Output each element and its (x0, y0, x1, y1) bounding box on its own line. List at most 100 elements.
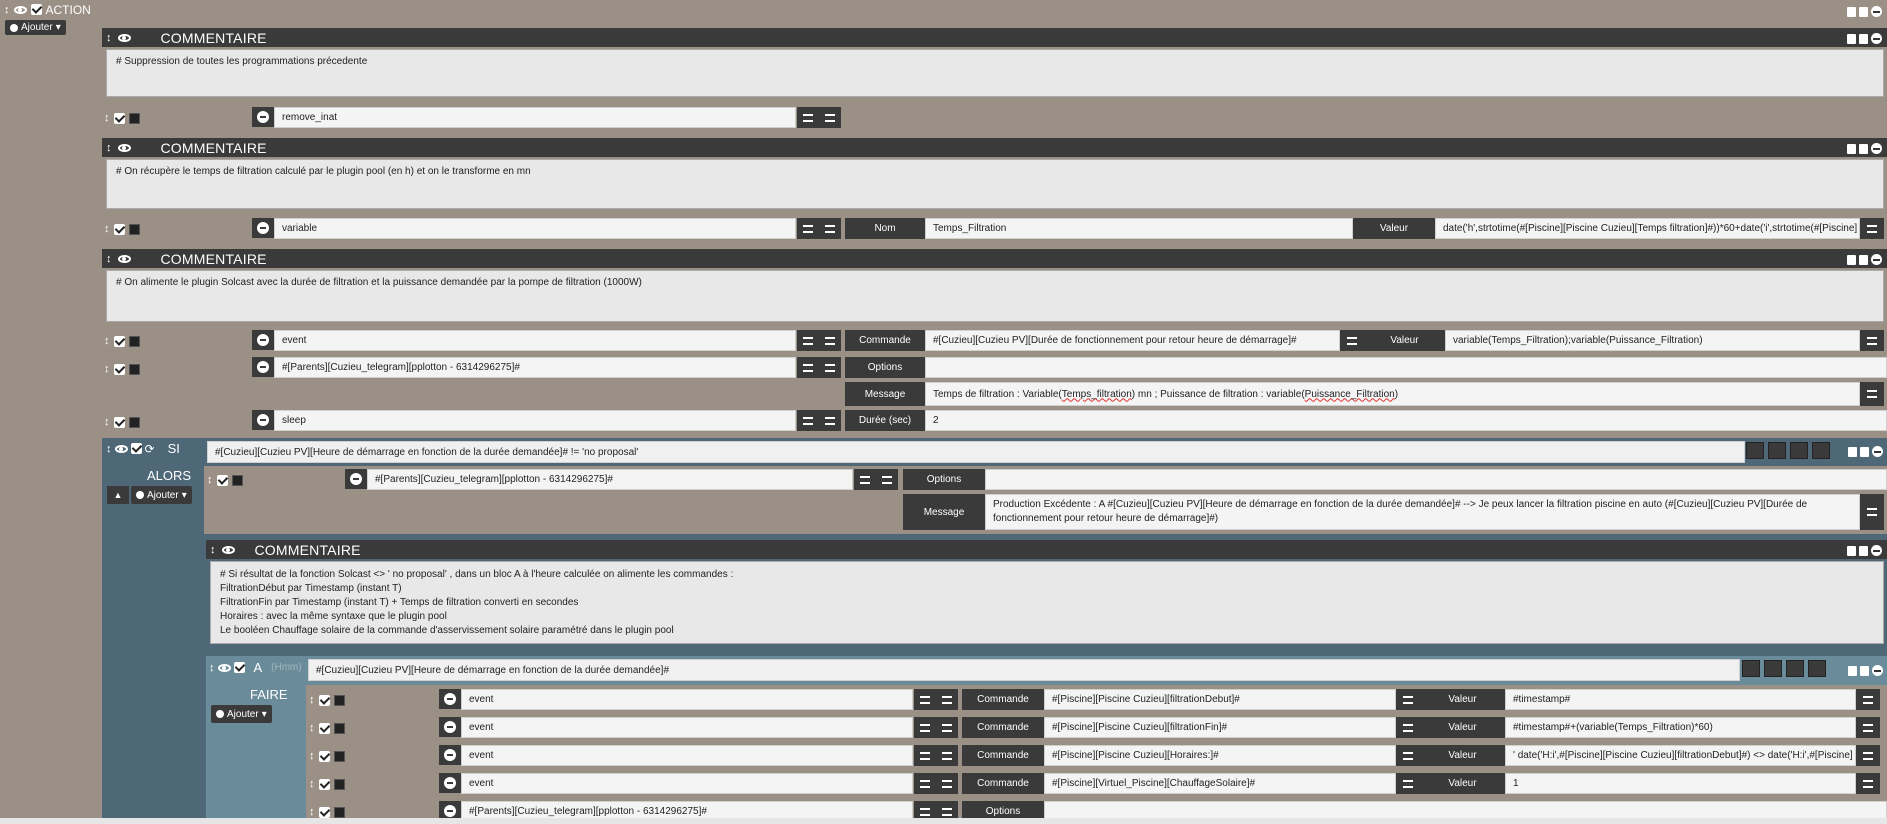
eye-icon[interactable] (221, 545, 235, 554)
enable-checkbox[interactable] (113, 335, 125, 347)
enable-checkbox[interactable] (318, 806, 330, 818)
commande-tools-button[interactable] (1396, 745, 1420, 766)
command-tools-button[interactable] (797, 218, 841, 239)
enable-checkbox[interactable] (318, 722, 330, 734)
commande-tools-button[interactable] (1396, 689, 1420, 710)
drag-handle-icon[interactable]: ↕ (209, 662, 215, 674)
option-checkbox[interactable] (333, 694, 345, 706)
a-condition-field[interactable]: #[Cuzieu][Cuzieu PV][Heure de démarrage … (308, 659, 1740, 681)
commande-field[interactable]: #[Piscine][Piscine Cuzieu][Horaires:]# (1044, 745, 1396, 766)
remove-icon[interactable] (1871, 545, 1882, 556)
command-field[interactable]: event (461, 773, 913, 794)
copy-icon[interactable] (1847, 545, 1856, 556)
remove-row-button[interactable] (252, 357, 274, 377)
commande-tools-button[interactable] (1340, 330, 1364, 351)
remove-row-button[interactable] (252, 218, 274, 238)
valeur-tools-button[interactable] (1856, 745, 1880, 766)
valeur-tools-button[interactable] (1856, 689, 1880, 710)
valeur-field[interactable]: 1 (1505, 773, 1856, 794)
enable-checkbox[interactable] (216, 474, 228, 486)
enable-checkbox[interactable] (318, 694, 330, 706)
cube-icon[interactable] (1812, 442, 1830, 459)
option-checkbox[interactable] (333, 778, 345, 790)
drag-handle-icon[interactable]: ↕ (104, 112, 110, 124)
paste-icon[interactable] (1859, 254, 1868, 265)
command-tools-button[interactable] (914, 745, 958, 766)
copy-icon[interactable] (1847, 254, 1856, 265)
message-field[interactable]: Temps de filtration : Variable(Temps_fil… (925, 382, 1860, 406)
option-checkbox[interactable] (128, 363, 140, 375)
enable-checkbox[interactable] (113, 223, 125, 235)
remove-row-button[interactable] (439, 773, 461, 793)
command-tools-button[interactable] (797, 330, 841, 351)
history-icon[interactable] (1790, 442, 1808, 459)
drag-handle-icon[interactable]: ↕ (309, 806, 315, 818)
command-tools-button[interactable] (914, 717, 958, 738)
command-tools-button[interactable] (797, 410, 841, 431)
remove-row-button[interactable] (252, 410, 274, 430)
duree-field[interactable]: 2 (925, 410, 1887, 431)
valeur-field[interactable]: variable(Temps_Filtration);variable(Puis… (1445, 330, 1860, 351)
copy-icon[interactable] (1847, 143, 1856, 154)
options-field[interactable] (925, 357, 1887, 378)
drag-handle-icon[interactable]: ↕ (309, 750, 315, 762)
remove-icon[interactable] (1871, 254, 1882, 265)
drag-handle-icon[interactable]: ↕ (106, 142, 112, 154)
option-checkbox[interactable] (128, 112, 140, 124)
drag-handle-icon[interactable]: ↕ (106, 443, 112, 455)
drag-handle-icon[interactable]: ↕ (210, 544, 216, 556)
paste-icon[interactable] (1860, 446, 1869, 457)
commande-tools-button[interactable] (1396, 773, 1420, 794)
remove-icon[interactable] (1871, 6, 1882, 17)
option-checkbox[interactable] (128, 416, 140, 428)
command-field[interactable]: variable (274, 218, 796, 239)
remove-row-button[interactable] (439, 689, 461, 709)
drag-handle-icon[interactable]: ↕ (104, 416, 110, 428)
option-checkbox[interactable] (231, 474, 243, 486)
list-icon[interactable] (1746, 442, 1764, 459)
command-tools-button[interactable] (797, 357, 841, 378)
enable-checkbox[interactable] (318, 750, 330, 762)
copy-icon[interactable] (1848, 665, 1857, 676)
eye-icon[interactable] (117, 143, 131, 152)
drag-handle-icon[interactable]: ↕ (4, 4, 10, 16)
drag-handle-icon[interactable]: ↕ (104, 335, 110, 347)
drag-handle-icon[interactable]: ↕ (104, 223, 110, 235)
remove-icon[interactable] (1871, 33, 1882, 44)
message-field[interactable]: Production Excédente : A #[Cuzieu][Cuzie… (985, 494, 1860, 530)
paste-icon[interactable] (1859, 33, 1868, 44)
commande-field[interactable]: #[Piscine][Piscine Cuzieu][filtrationFin… (1044, 717, 1396, 738)
option-checkbox[interactable] (333, 750, 345, 762)
commande-field[interactable]: #[Cuzieu][Cuzieu PV][Durée de fonctionne… (925, 330, 1340, 351)
drag-handle-icon[interactable]: ↕ (104, 363, 110, 375)
si-comment-text[interactable]: # Si résultat de la fonction Solcast <> … (210, 561, 1884, 644)
drag-handle-icon[interactable]: ↕ (106, 32, 112, 44)
drag-handle-icon[interactable]: ↕ (207, 474, 213, 486)
command-field[interactable]: event (274, 330, 796, 351)
enable-checkbox[interactable] (318, 778, 330, 790)
eye-icon[interactable] (114, 444, 128, 453)
history-icon[interactable] (1786, 660, 1804, 677)
remove-icon[interactable] (1872, 446, 1883, 457)
enable-checkbox[interactable] (113, 363, 125, 375)
command-field[interactable]: remove_inat (274, 107, 796, 128)
copy-icon[interactable] (1847, 33, 1856, 44)
enable-checkbox[interactable] (233, 662, 245, 673)
remove-icon[interactable] (1871, 143, 1882, 154)
command-field[interactable]: #[Parents][Cuzieu_telegram][pplotton - 6… (274, 357, 796, 378)
remove-row-button[interactable] (252, 107, 274, 127)
remove-row-button[interactable] (252, 330, 274, 350)
eye-icon[interactable] (13, 5, 27, 14)
enable-checkbox[interactable] (130, 443, 142, 454)
cube-icon[interactable] (1808, 660, 1826, 677)
commande-tools-button[interactable] (1396, 717, 1420, 738)
si-condition-field[interactable]: #[Cuzieu][Cuzieu PV][Heure de démarrage … (207, 441, 1745, 463)
valeur-field[interactable]: #timestamp#+(variable(Temps_Filtration)*… (1505, 717, 1856, 738)
command-tools-button[interactable] (914, 689, 958, 710)
command-tools-button[interactable] (914, 773, 958, 794)
copy-icon[interactable] (1847, 6, 1856, 17)
message-tools-button[interactable] (1860, 382, 1884, 406)
enable-checkbox[interactable] (113, 416, 125, 428)
comment2-text[interactable]: # On récupère le temps de filtration cal… (106, 159, 1884, 209)
remove-row-button[interactable] (345, 469, 367, 489)
